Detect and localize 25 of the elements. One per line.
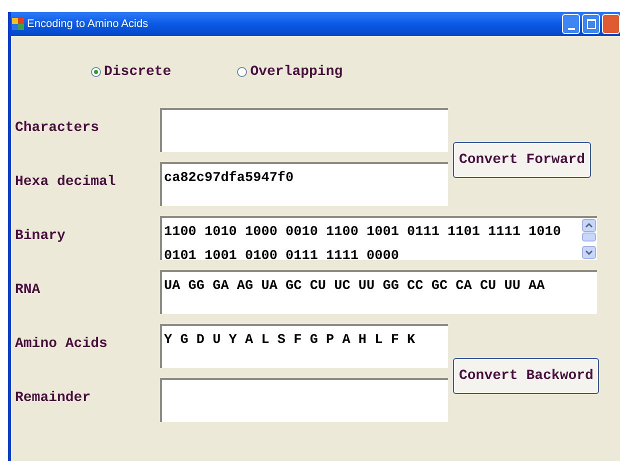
text-area[interactable]: UA GG GA AG UA GC CU UC UU GG CC GC CA CU UU AA: [160, 270, 597, 314]
field-label: Binary: [14, 227, 66, 246]
field-value: UA GG GA AG UA GC CU UC UU GG CC GC CA CU UU AA: [164, 279, 545, 294]
field-label: Amino Acids: [14, 335, 108, 354]
convert-button[interactable]: Convert Backword: [453, 358, 600, 394]
app-icon: [12, 18, 24, 30]
field-label: RNA: [14, 281, 42, 300]
text-area[interactable]: ca82c97dfa5947f0: [160, 162, 448, 206]
text-area[interactable]: [160, 378, 448, 422]
field-label: Hexa decimal: [14, 173, 117, 192]
field-value: Y G D U Y A L S F G P A H L F K: [164, 333, 416, 348]
field-label: Remainder: [14, 389, 92, 408]
window-title: Encoding to Amino Acids: [27, 16, 148, 32]
convert-button[interactable]: Convert Forward: [453, 142, 592, 178]
field-value: ca82c97dfa5947f0: [164, 171, 294, 186]
text-area[interactable]: [160, 108, 448, 152]
close-button[interactable]: [602, 14, 620, 34]
radio-option[interactable]: Discrete: [91, 60, 172, 84]
minimize-button[interactable]: [562, 14, 580, 34]
field-label: Characters: [14, 119, 100, 138]
text-area[interactable]: Y G D U Y A L S F G P A H L F K: [160, 324, 448, 368]
text-area[interactable]: 1100 1010 1000 0010 1100 1001 0111 1101 1111 1010 0101 1001 0100 0111 1111 0000: [160, 216, 597, 260]
scrollbar[interactable]: [582, 219, 596, 259]
radio-option[interactable]: Overlapping: [237, 60, 343, 84]
maximize-button[interactable]: [582, 14, 600, 34]
